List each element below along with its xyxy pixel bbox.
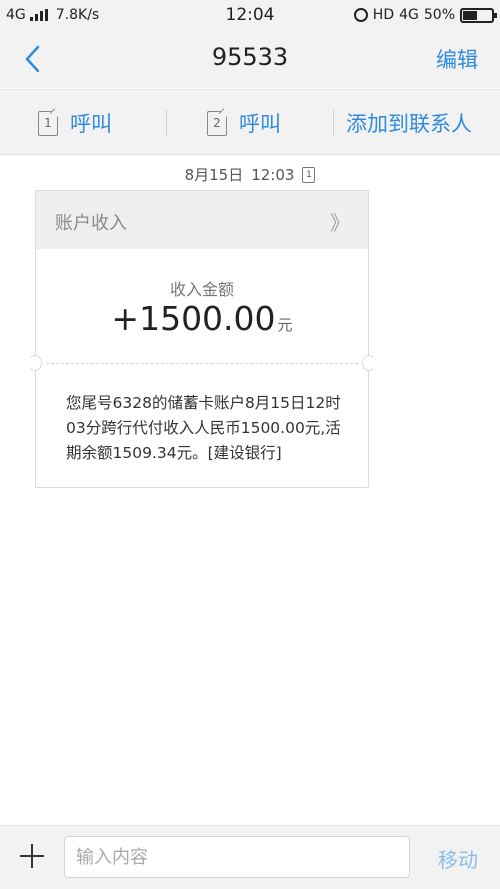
action-bar: 1 呼叫 2 呼叫 添加到联系人: [0, 89, 500, 155]
status-right: HD 4G 50%: [353, 7, 497, 23]
message-card[interactable]: 账户收入 》 收入金额 +1500.00 元 您尾号6328的储蓄卡账户8月15日…: [28, 190, 376, 488]
message-time: 12:03: [251, 165, 295, 184]
battery-percent: 50%: [423, 7, 455, 23]
amount-row: +1500.00 元: [36, 299, 368, 338]
sim-card-icon: 1: [302, 166, 316, 183]
card-notch-right: [362, 355, 376, 371]
edit-button[interactable]: 编辑: [436, 44, 478, 74]
card-notch-left: [28, 355, 42, 371]
alarm-icon: [353, 8, 368, 22]
nav-bar: 95533 编辑: [0, 30, 500, 88]
composer-bar: 移动: [0, 825, 500, 889]
amount-unit: 元: [277, 316, 293, 334]
message-input[interactable]: [64, 836, 410, 878]
send-button[interactable]: 移动: [438, 844, 478, 873]
divider: [333, 110, 334, 136]
plus-icon[interactable]: [20, 844, 44, 868]
network-type-right: 4G: [399, 7, 419, 23]
expand-arrow-icon[interactable]: 》: [330, 207, 350, 236]
dashed-divider: [46, 363, 358, 364]
card-header: 账户收入 》: [36, 191, 368, 249]
amount-label: 收入金额: [169, 280, 234, 299]
divider: [166, 110, 167, 136]
message-body: 您尾号6328的储蓄卡账户8月15日12时03分跨行代付收入人民币1500.00…: [66, 394, 341, 462]
call-sim2-button[interactable]: 2 呼叫: [207, 90, 281, 156]
page-title: 95533: [211, 43, 289, 71]
call-sim2-label: 呼叫: [239, 112, 281, 136]
card-title: 账户收入: [55, 213, 127, 234]
message-timestamp: 8月15日 12:03 1: [0, 164, 500, 185]
add-contact-button[interactable]: 添加到联系人: [346, 90, 472, 156]
call-sim1-label: 呼叫: [70, 112, 112, 136]
sim-card-icon: 2: [207, 110, 227, 136]
sim-card-icon: 1: [38, 110, 58, 136]
amount-value: +1500.00: [111, 299, 276, 338]
message-date: 8月15日: [184, 166, 244, 184]
battery-fill: [463, 10, 477, 20]
add-contact-label: 添加到联系人: [346, 112, 472, 136]
call-sim1-button[interactable]: 1 呼叫: [38, 90, 112, 156]
status-bar: 4G 7.8K/s 12:04 HD 4G 50%: [0, 0, 500, 30]
battery-icon: [460, 7, 497, 23]
hd-label: HD: [372, 7, 395, 23]
